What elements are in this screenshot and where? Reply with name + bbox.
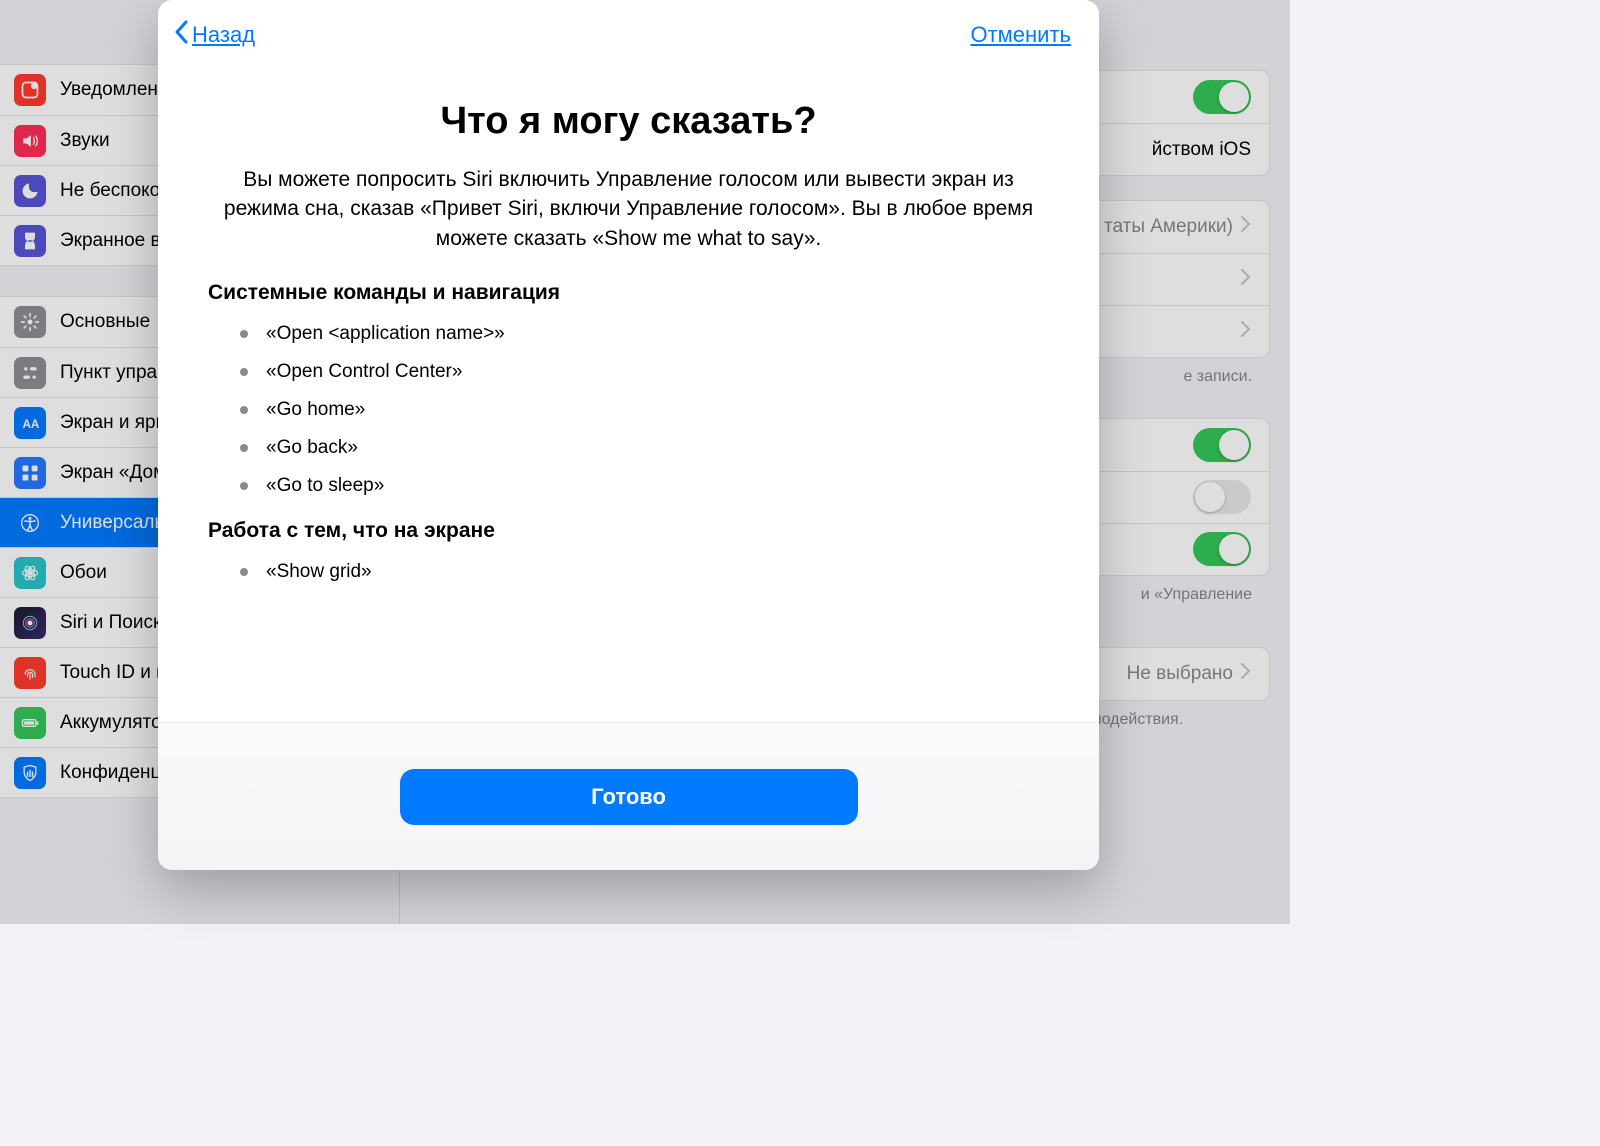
- modal-title: Что я могу сказать?: [208, 100, 1049, 143]
- section-system-commands-heading: Системные команды и навигация: [208, 281, 1049, 305]
- cancel-button[interactable]: Отменить: [970, 22, 1071, 48]
- command-item: «Go to sleep»: [240, 467, 1049, 505]
- modal-header: Назад Отменить: [158, 0, 1099, 52]
- bullet-icon: [240, 368, 248, 376]
- bullet-icon: [240, 330, 248, 338]
- modal-footer: Готово: [158, 722, 1099, 870]
- command-item: «Open <application name>»: [240, 315, 1049, 353]
- modal-body: Что я могу сказать? Вы можете попросить …: [158, 52, 1099, 722]
- command-item: «Go back»: [240, 429, 1049, 467]
- back-button[interactable]: Назад: [174, 20, 255, 50]
- command-item: «Go home»: [240, 391, 1049, 429]
- system-commands-list: «Open <application name>» «Open Control C…: [208, 315, 1049, 505]
- command-text: «Show grid»: [266, 561, 372, 583]
- section-screen-interaction-heading: Работа с тем, что на экране: [208, 519, 1049, 543]
- command-item: «Open Control Center»: [240, 353, 1049, 391]
- bullet-icon: [240, 444, 248, 452]
- modal-description: Вы можете попросить Siri включить Управл…: [219, 165, 1039, 253]
- bullet-icon: [240, 568, 248, 576]
- command-text: «Open Control Center»: [266, 361, 462, 383]
- voice-control-help-modal: Назад Отменить Что я могу сказать? Вы мо…: [158, 0, 1099, 870]
- command-text: «Go back»: [266, 437, 358, 459]
- bullet-icon: [240, 406, 248, 414]
- back-label: Назад: [192, 22, 255, 48]
- chevron-left-icon: [174, 20, 190, 50]
- screen-interaction-list: «Show grid»: [208, 553, 1049, 591]
- done-button[interactable]: Готово: [400, 769, 858, 825]
- command-text: «Go to sleep»: [266, 475, 384, 497]
- command-text: «Go home»: [266, 399, 365, 421]
- command-text: «Open <application name>»: [266, 323, 505, 345]
- command-item: «Show grid»: [240, 553, 1049, 591]
- bullet-icon: [240, 482, 248, 490]
